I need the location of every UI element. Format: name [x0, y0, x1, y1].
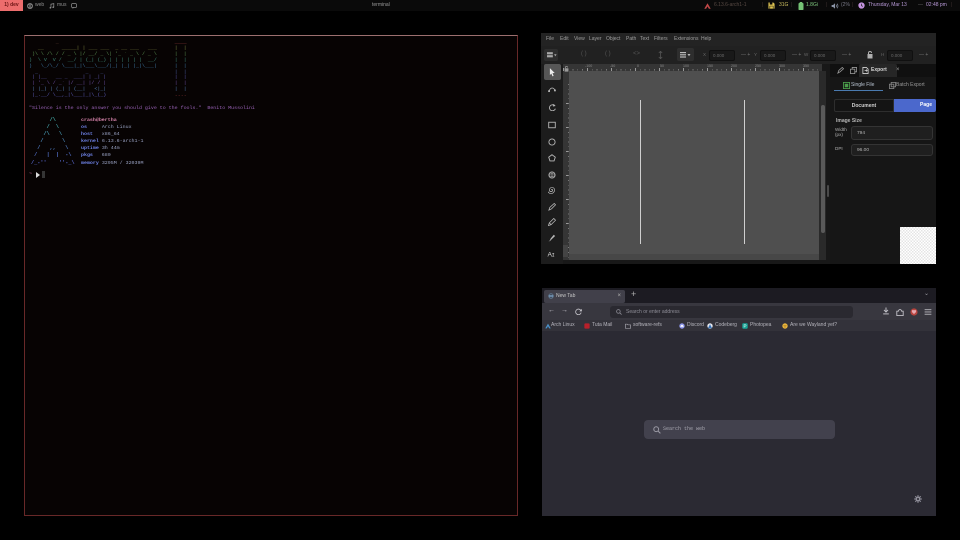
svg-text:Aɪ: Aɪ [548, 252, 555, 258]
svg-text:P: P [744, 324, 747, 329]
